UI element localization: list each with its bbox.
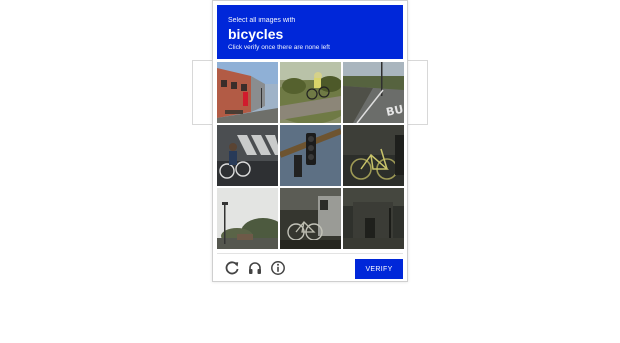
challenge-subtext: Click verify once there are none left — [228, 44, 330, 51]
tile-dark-building[interactable] — [343, 188, 404, 249]
tile-bicycle-wall[interactable] — [280, 188, 341, 249]
captcha-challenge: Select all images with bicycles Click ve… — [212, 0, 408, 282]
tile-streetlight[interactable] — [217, 188, 278, 249]
verify-button[interactable]: VERIFY — [355, 259, 403, 279]
tile-crosswalk-bicycle[interactable] — [217, 125, 278, 186]
headphones-icon[interactable] — [247, 260, 263, 276]
info-icon[interactable] — [270, 260, 286, 276]
reload-icon[interactable] — [224, 260, 240, 276]
challenge-footer: VERIFY — [217, 253, 403, 280]
tile-parked-bicycle[interactable] — [343, 125, 404, 186]
challenge-target: bicycles — [228, 26, 284, 42]
tile-cyclist-hill[interactable] — [280, 62, 341, 123]
image-grid: BU — [217, 62, 406, 250]
challenge-prompt: Select all images with — [228, 17, 296, 24]
challenge-header: Select all images with bicycles Click ve… — [217, 5, 403, 59]
tile-street-building[interactable] — [217, 62, 278, 123]
tile-traffic-light[interactable] — [280, 125, 341, 186]
tile-road-marking[interactable]: BU — [343, 62, 404, 123]
